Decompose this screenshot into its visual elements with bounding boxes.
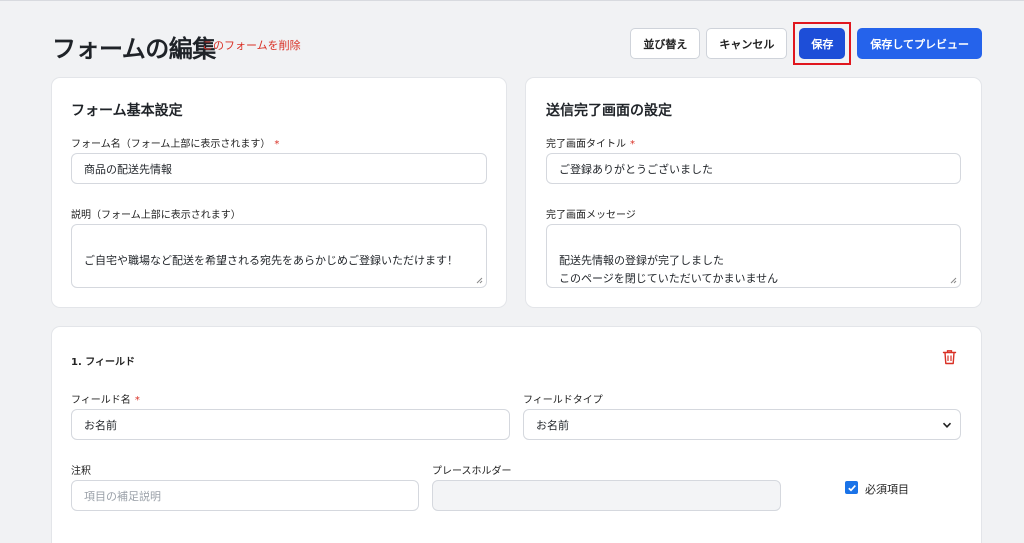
- completion-settings-title: 送信完了画面の設定: [546, 103, 672, 119]
- save-button-highlight: 保存: [793, 22, 852, 65]
- completion-settings-card: 送信完了画面の設定 完了画面タイトル * ご登録ありがとうございました 完了画面メ…: [526, 78, 981, 307]
- field-type-select[interactable]: お名前: [523, 409, 961, 440]
- completion-message-textarea[interactable]: 配送先情報の登録が完了しました このページを閉じていただいてかまいません: [546, 224, 961, 288]
- check-icon: [847, 484, 856, 492]
- placeholder-label: プレースホルダー: [432, 466, 512, 477]
- sort-button[interactable]: 並び替え: [630, 28, 701, 59]
- delete-form-link[interactable]: このフォームを削除: [202, 37, 301, 53]
- cancel-button[interactable]: キャンセル: [706, 28, 788, 59]
- required-mark: *: [274, 139, 280, 150]
- required-checkbox-label[interactable]: 必須項目: [865, 481, 909, 497]
- description-textarea[interactable]: ご自宅や職場など配送を希望される宛先をあらかじめご登録いただけます！: [71, 224, 487, 288]
- completion-title-input[interactable]: ご登録ありがとうございました: [546, 153, 961, 184]
- resize-handle-icon[interactable]: [476, 277, 483, 284]
- field-type-label: フィールドタイプ: [523, 395, 603, 406]
- chevron-down-icon: [942, 422, 952, 428]
- trash-icon[interactable]: [942, 349, 957, 365]
- save-preview-button[interactable]: 保存してプレビュー: [857, 28, 982, 59]
- page-title: フォームの編集: [52, 35, 216, 63]
- completion-title-label: 完了画面タイトル *: [546, 139, 635, 150]
- required-mark: *: [134, 395, 140, 406]
- form-name-input[interactable]: 商品の配送先情報: [71, 153, 487, 184]
- field-name-label: フィールド名 *: [71, 395, 140, 406]
- note-label: 注釈: [71, 466, 91, 477]
- field-heading: 1. フィールド: [71, 357, 136, 368]
- completion-message-label: 完了画面メッセージ: [546, 210, 636, 221]
- note-input[interactable]: 項目の補足説明: [71, 480, 419, 511]
- header-actions: 並び替え キャンセル 保存 保存してプレビュー: [630, 22, 982, 65]
- field-card: 1. フィールド フィールド名 * お名前 フィールドタイプ お名前 注釈 項目の…: [52, 327, 981, 543]
- page-header: フォームの編集 このフォームを削除 並び替え キャンセル 保存 保存してプレビュ…: [52, 22, 982, 65]
- basic-settings-title: フォーム基本設定: [71, 103, 183, 119]
- required-checkbox[interactable]: [845, 481, 858, 494]
- required-mark: *: [630, 139, 635, 150]
- description-label: 説明（フォーム上部に表示されます）: [71, 210, 241, 221]
- resize-handle-icon[interactable]: [950, 277, 957, 284]
- save-button[interactable]: 保存: [799, 28, 846, 59]
- form-name-label: フォーム名（フォーム上部に表示されます） *: [71, 139, 280, 150]
- placeholder-input[interactable]: [432, 480, 781, 511]
- field-name-input[interactable]: お名前: [71, 409, 510, 440]
- basic-settings-card: フォーム基本設定 フォーム名（フォーム上部に表示されます） * 商品の配送先情報 …: [52, 78, 506, 307]
